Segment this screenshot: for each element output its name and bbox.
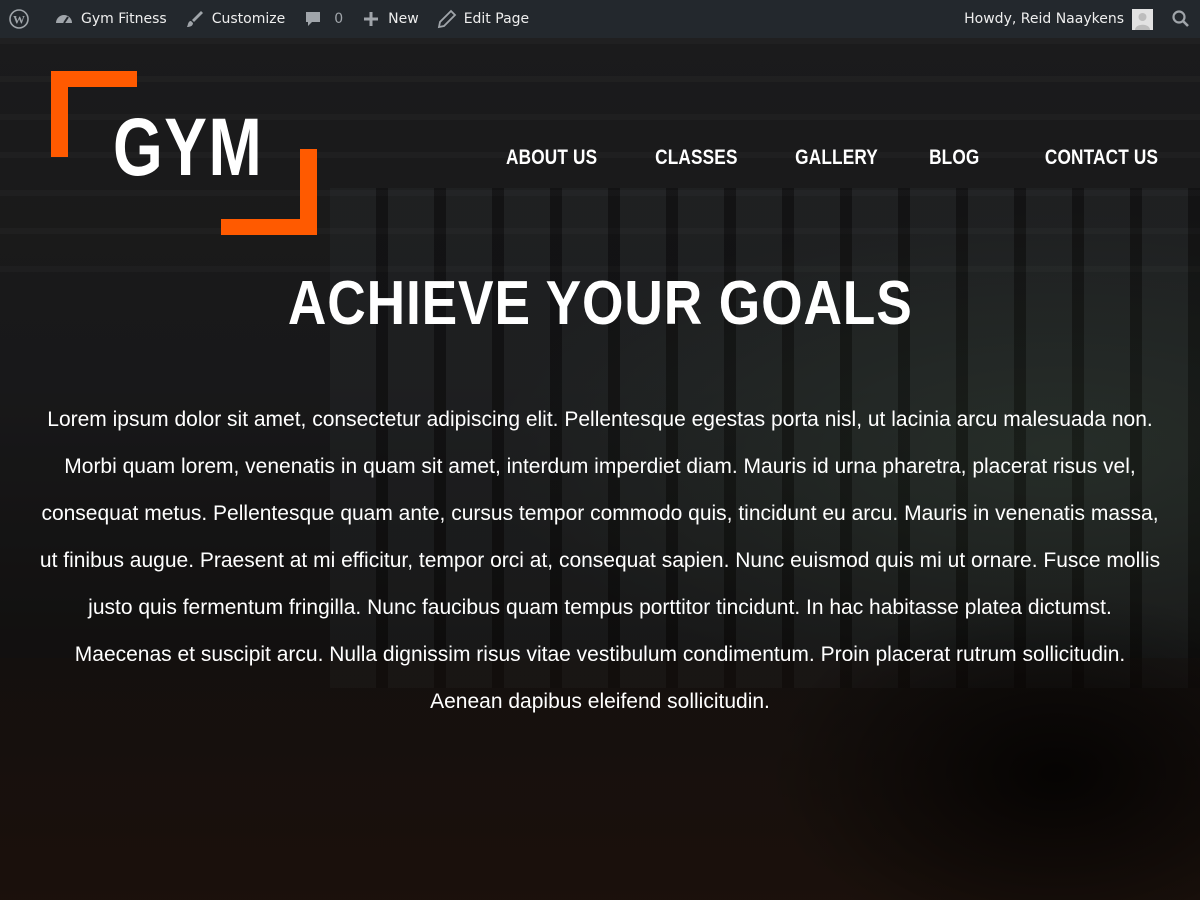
logo-text: GYM <box>113 102 264 193</box>
new-label: New <box>388 11 419 27</box>
nav-about-us[interactable]: About Us <box>506 146 597 170</box>
comment-icon <box>303 9 323 29</box>
hero-headline-wrap: Achieve Your Goals <box>0 268 1200 339</box>
site-name: Gym Fitness <box>81 11 167 27</box>
nav-blog[interactable]: Blog <box>929 146 979 170</box>
site-name-menu[interactable]: Gym Fitness <box>45 0 176 38</box>
wp-admin-bar: W Gym Fitness Customize 0 New Edit Page … <box>0 0 1200 38</box>
main-nav: About Us Classes Gallery Blog Contact Us <box>446 146 1158 170</box>
hero-headline: Achieve Your Goals <box>287 269 913 338</box>
edit-page-label: Edit Page <box>463 11 530 27</box>
search-icon <box>1171 9 1191 29</box>
wordpress-logo-icon: W <box>9 9 29 29</box>
edit-page-link[interactable]: Edit Page <box>428 0 538 38</box>
nav-classes[interactable]: Classes <box>655 146 737 170</box>
comments-link[interactable]: 0 <box>294 0 352 38</box>
svg-text:W: W <box>13 13 25 27</box>
logo-bracket-left <box>51 71 68 157</box>
site-logo[interactable]: GYM <box>51 71 317 235</box>
comments-count: 0 <box>334 11 344 27</box>
avatar <box>1132 8 1153 30</box>
admin-search[interactable] <box>1162 0 1200 38</box>
customize-label: Customize <box>211 11 286 27</box>
dashboard-icon <box>54 9 74 29</box>
new-content-menu[interactable]: New <box>352 0 428 38</box>
nav-contact-us[interactable]: Contact Us <box>1045 146 1158 170</box>
nav-gallery[interactable]: Gallery <box>796 146 879 170</box>
customize-link[interactable]: Customize <box>176 0 295 38</box>
logo-bracket-right <box>300 149 317 235</box>
wordpress-menu[interactable]: W <box>0 0 45 38</box>
greeting: Howdy, Reid Naaykens <box>964 11 1124 27</box>
pencil-icon <box>437 9 457 29</box>
hero-body-text: Lorem ipsum dolor sit amet, consectetur … <box>39 408 1161 713</box>
paintbrush-icon <box>185 9 205 29</box>
plus-icon <box>361 9 381 29</box>
my-account-menu[interactable]: Howdy, Reid Naaykens <box>955 0 1162 38</box>
